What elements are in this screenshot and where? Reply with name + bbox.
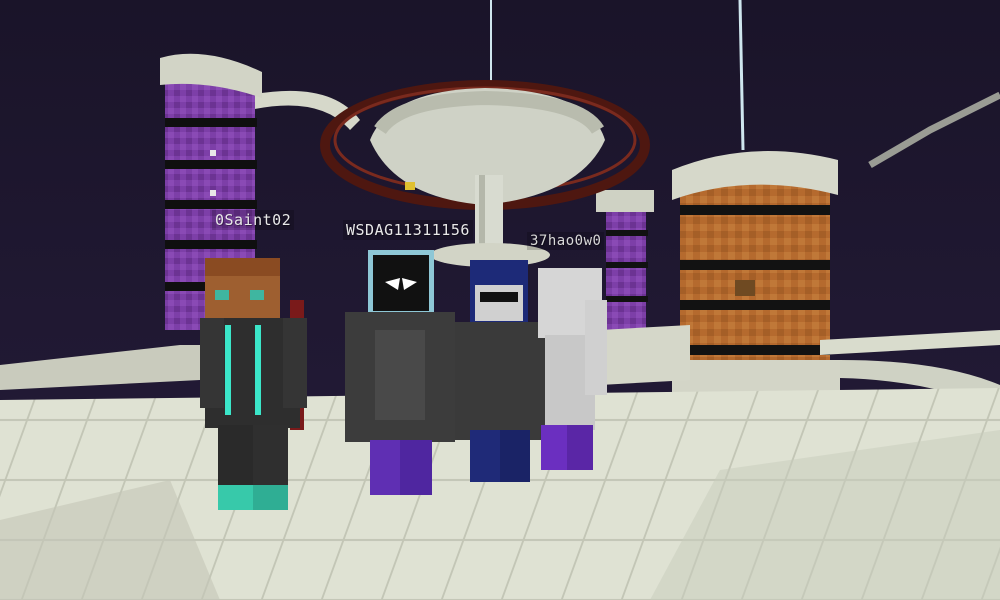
nametag-player-1: 0Saint02	[212, 210, 295, 230]
world-render	[0, 0, 1000, 600]
walkway-right	[600, 325, 690, 385]
game-viewport[interactable]: 0Saint02 WSDAG11311156 37hao0w0	[0, 0, 1000, 600]
nametag-player-2: WSDAG11311156	[343, 220, 473, 240]
pillar-orange	[672, 151, 840, 395]
nametag-player-3: 37hao0w0	[527, 232, 605, 250]
